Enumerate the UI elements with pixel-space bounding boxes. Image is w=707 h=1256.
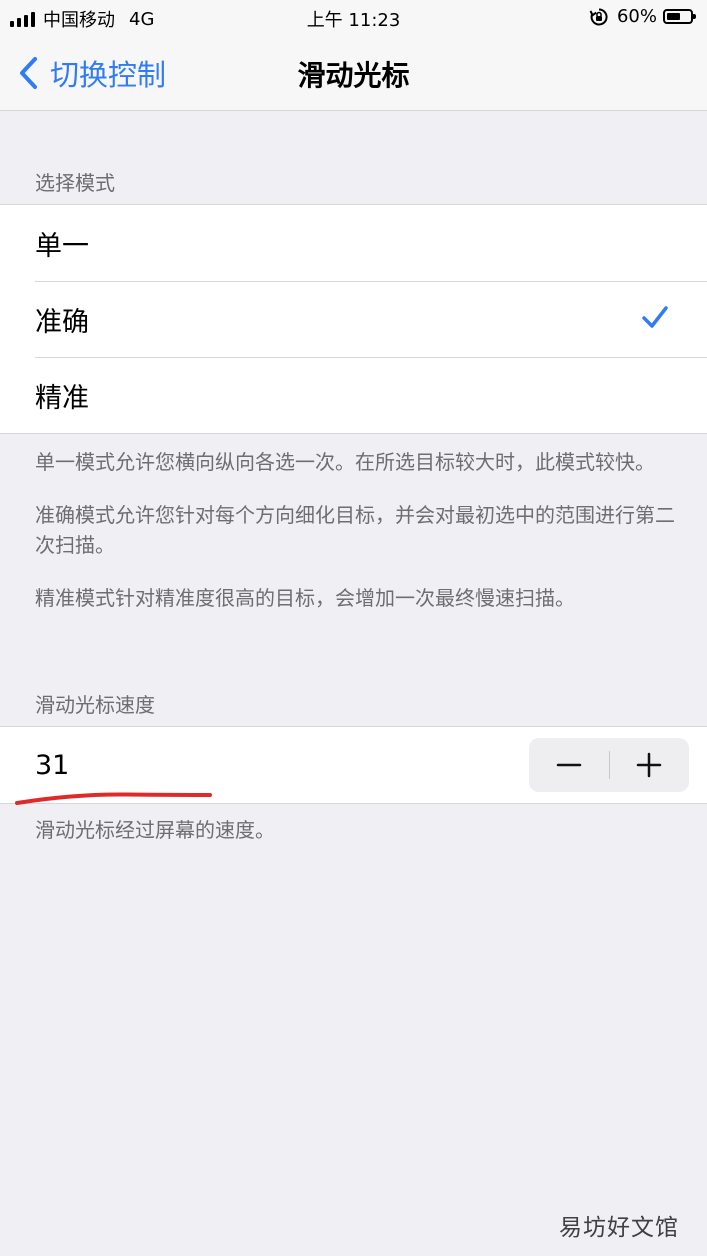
increment-button[interactable] [610, 738, 690, 792]
speed-section-header: 滑动光标速度 [35, 693, 155, 717]
mode-footer-precise: 精准模式针对精准度很高的目标，会增加一次最终慢速扫描。 [35, 586, 575, 610]
mode-footer-accurate: 准确模式允许您针对每个方向细化目标，并会对最初选中的范围进行第二次扫描。 [35, 503, 675, 557]
mode-option-accurate[interactable]: 准确 [0, 281, 707, 357]
battery-fill [667, 13, 681, 20]
mode-option-label: 单一 [35, 230, 89, 262]
battery-percent: 60% [616, 6, 657, 27]
mode-option-precise[interactable]: 精准 [0, 357, 707, 433]
page-title: 滑动光标 [297, 59, 410, 92]
decrement-button[interactable] [529, 738, 609, 792]
minus-icon [556, 763, 581, 767]
status-bar: 中国移动 4G 上午 11:23 60% [0, 0, 707, 36]
plus-icon [637, 752, 662, 778]
mode-option-label: 精准 [35, 382, 89, 414]
navigation-bar: 切换控制 滑动光标 [0, 36, 707, 111]
mode-option-label: 准确 [35, 306, 89, 338]
mode-footer-single: 单一模式允许您横向纵向各选一次。在所选目标较大时，此模式较快。 [35, 450, 655, 474]
status-right: 60% [589, 6, 696, 27]
mode-options-group: 单一 准确 精准 [0, 204, 707, 434]
battery-icon [663, 9, 696, 24]
red-underline-annotation [15, 792, 212, 805]
watermark-text: 易坊好文馆 [559, 1215, 679, 1241]
mode-section-header: 选择模式 [35, 171, 115, 195]
checkmark-icon [642, 306, 668, 328]
speed-footer: 滑动光标经过屏幕的速度。 [35, 818, 275, 842]
speed-stepper[interactable] [529, 738, 689, 792]
mode-option-single[interactable]: 单一 [0, 205, 707, 281]
rotation-lock-icon [589, 7, 608, 25]
mode-footer: 单一模式允许您横向纵向各选一次。在所选目标较大时，此模式较快。 准确模式允许您针… [35, 447, 675, 636]
speed-value: 31 [35, 749, 70, 781]
